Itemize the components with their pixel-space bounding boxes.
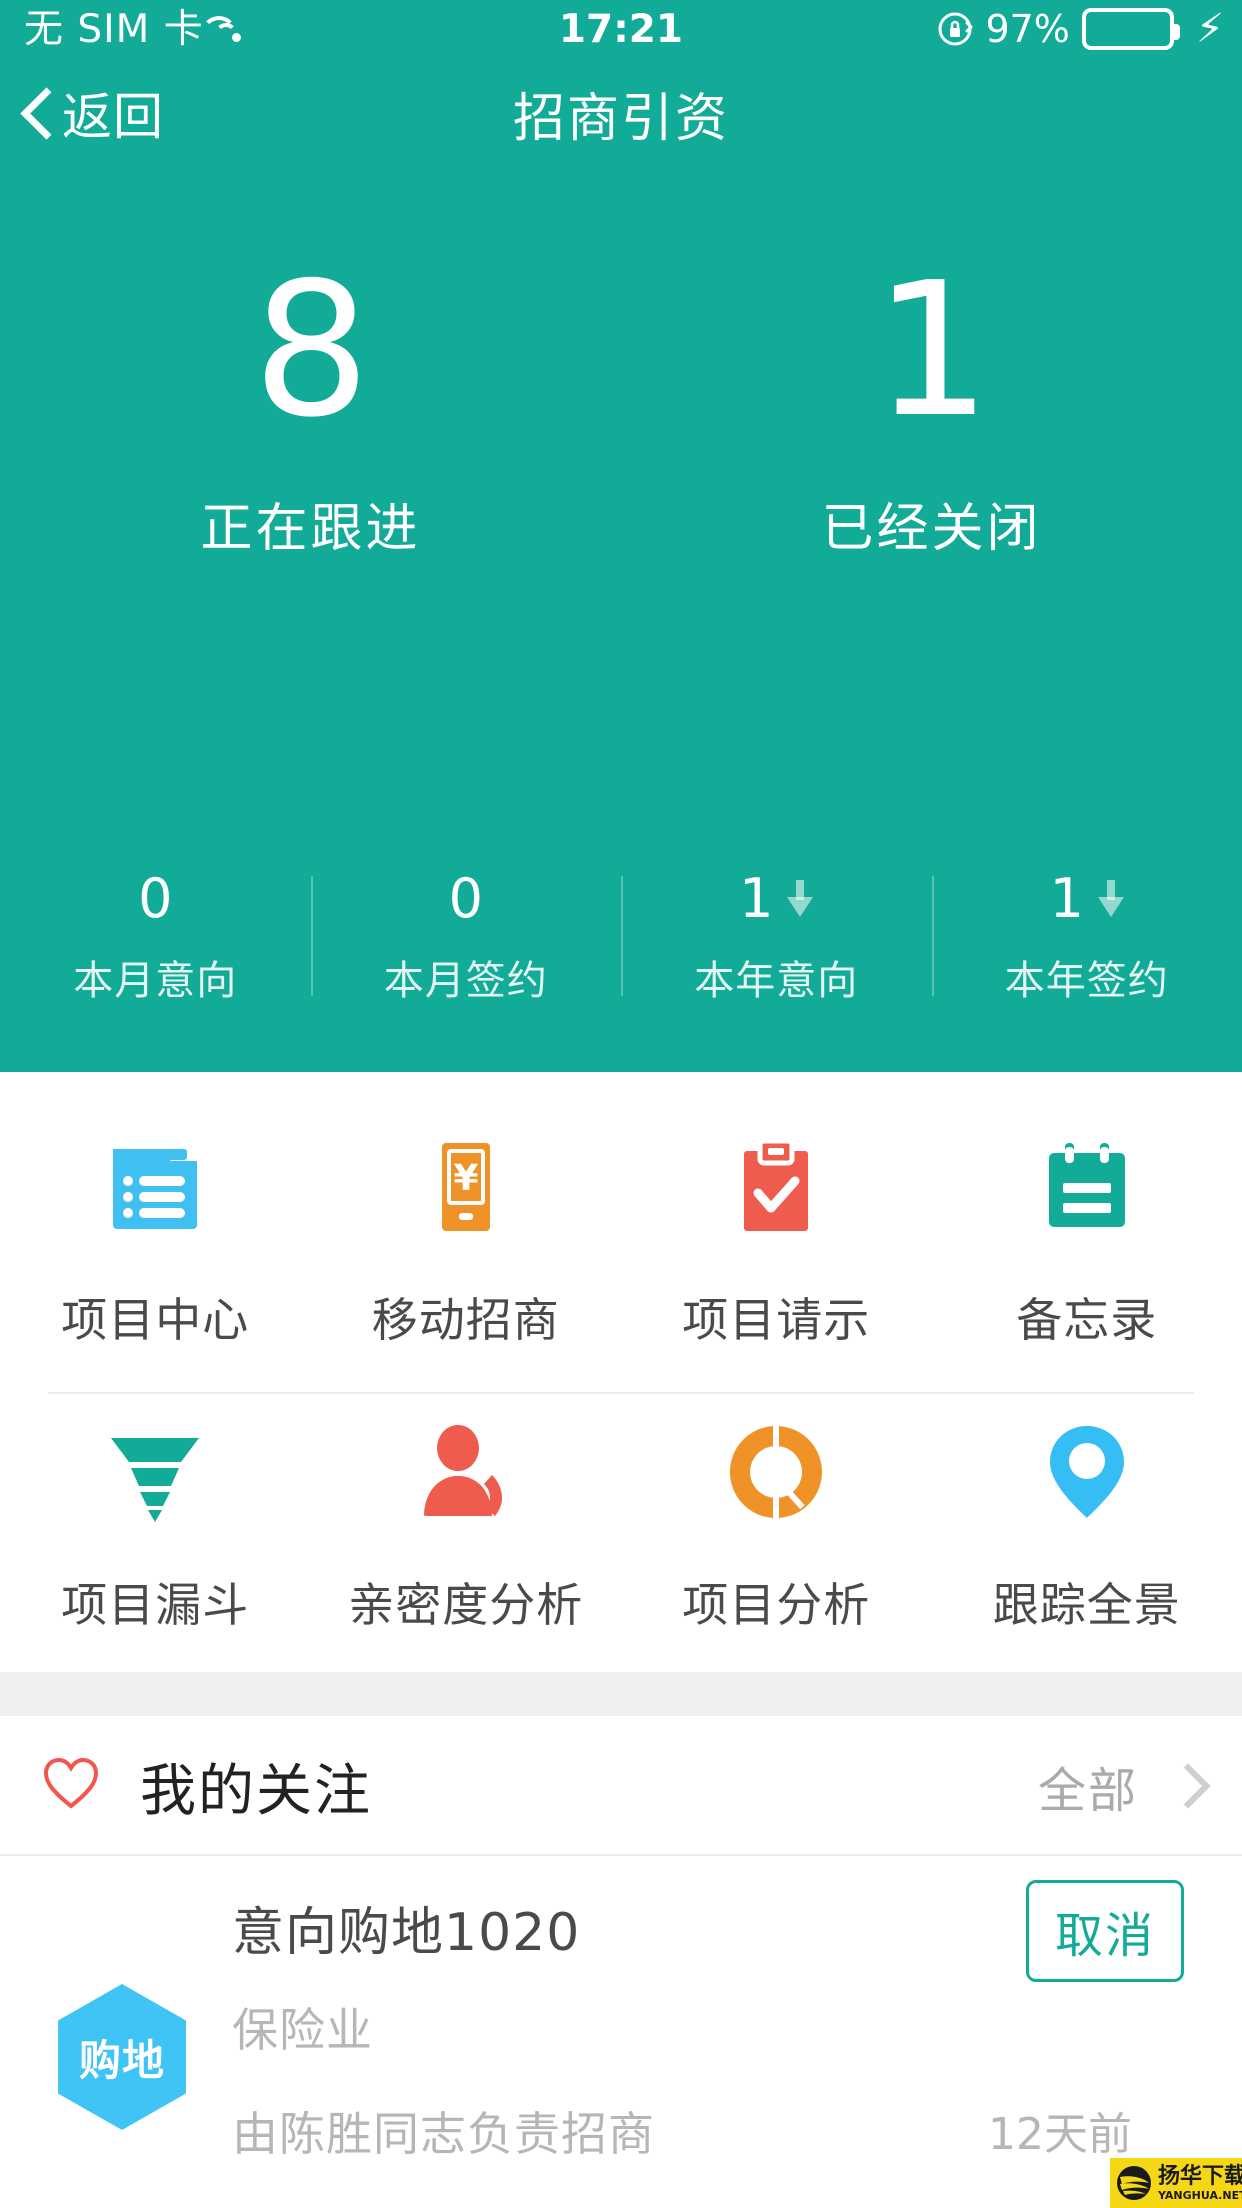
watermark-badge: 扬华下载 YANGHUA.NET [1110,2158,1242,2208]
feature-grid: 项目中心 ¥ 移动招商 项目请示 备忘录 项目漏斗 亲密度分析 项目分析 跟踪全… [0,1072,1242,1672]
big-stat-value: 1 [873,241,992,458]
feature-intimacy-analysis[interactable]: 亲密度分析 [311,1417,622,1677]
page-title: 招商引资 [512,88,729,149]
clipboard-check-icon [721,1132,831,1242]
feature-label: 项目漏斗 [61,1578,250,1632]
funnel-icon [100,1417,210,1527]
chevron-right-icon[interactable] [1172,1767,1194,1805]
my-focus-title: 我的关注 [140,1758,372,1824]
section-separator [0,1672,1242,1716]
mini-stat-year-signed[interactable]: 1 本年签约 [931,862,1242,1012]
mini-stat-month-intent[interactable]: 0 本月意向 [0,862,311,1012]
list-item-title: 意向购地1020 [232,1903,581,1963]
feature-project-center[interactable]: 项目中心 [0,1132,311,1392]
watermark-text: 扬华下载 YANGHUA.NET [1158,2163,1242,2202]
feature-label: 项目中心 [61,1293,250,1347]
feature-label: 项目请示 [682,1293,871,1347]
map-pin-eye-icon [1032,1417,1142,1527]
feature-project-funnel[interactable]: 项目漏斗 [0,1417,311,1677]
battery-icon [1081,8,1180,50]
mini-stat-value: 0 [448,867,483,930]
mini-stat-label: 本年签约 [1004,958,1169,1004]
list-item-industry: 保险业 [232,2003,373,2057]
lightning-bolt-icon: ⚡ [1195,6,1224,52]
grid-divider [48,1392,1194,1394]
feature-label: 备忘录 [1016,1293,1158,1347]
hexagon-badge-label: 购地 [78,2035,165,2085]
arrow-down-icon [1097,880,1124,918]
list-item[interactable]: 购地 意向购地1020 保险业 由陈胜同志负责招商 12天前 取消 [0,1858,1242,2208]
feature-label: 移动招商 [371,1293,560,1347]
feature-project-analysis[interactable]: 项目分析 [621,1417,932,1677]
calendar-icon [1032,1132,1142,1242]
feature-mobile-investment[interactable]: ¥ 移动招商 [311,1132,622,1392]
mini-stat-label: 本月签约 [383,958,548,1004]
hexagon-badge: 购地 [58,1984,186,2130]
mini-stat-value: 1 [1049,867,1084,930]
view-all-label[interactable]: 全部 [1038,1751,1138,1821]
hero-panel: 无 SIM 卡 17:21 97% ⚡ 返回 招商引资 8 正在跟进 1 已经关… [0,0,1242,1072]
big-stat-label: 已经关闭 [821,499,1042,559]
feature-tracking-panorama[interactable]: 跟踪全景 [932,1417,1242,1677]
list-item-time: 12天前 [988,2109,1132,2160]
nav-bar: 返回 招商引资 [0,58,1242,168]
feature-label: 亲密度分析 [348,1578,584,1632]
cancel-button[interactable]: 取消 [1026,1880,1184,1982]
status-bar-right: 97% ⚡ [937,0,1224,58]
feature-label: 项目分析 [682,1578,871,1632]
status-bar: 无 SIM 卡 17:21 97% ⚡ [0,0,1242,58]
big-stat-label: 正在跟进 [200,499,421,559]
mini-stat-value: 1 [739,867,774,930]
battery-percent-label: 97% [985,7,1070,51]
yanghua-logo-icon [1114,2163,1154,2203]
mini-stat-month-signed[interactable]: 0 本月签约 [310,862,622,1012]
feature-label: 跟踪全景 [992,1578,1181,1632]
mini-stats-row: 0 本月意向 0 本月签约 1 本年意向 1 本年签约 [0,862,1242,1012]
list-item-owner: 由陈胜同志负责招商 [232,2107,655,2161]
mini-stat-value: 0 [138,867,173,930]
big-stat-closed[interactable]: 1 已经关闭 [621,250,1242,620]
mini-stat-year-intent[interactable]: 1 本年意向 [621,862,932,1012]
phone-yuan-icon: ¥ [411,1132,521,1242]
watermark-cn: 扬华下载 [1158,2163,1242,2189]
watermark-en: YANGHUA.NET [1158,2188,1242,2202]
svg-text:¥: ¥ [453,1158,478,1199]
feature-project-request[interactable]: 项目请示 [621,1132,932,1392]
feature-grid-row-2: 项目漏斗 亲密度分析 项目分析 跟踪全景 [0,1417,1242,1677]
big-stat-in-progress[interactable]: 8 正在跟进 [0,250,621,620]
rotation-lock-icon [937,11,973,47]
person-phone-icon [411,1417,521,1527]
big-stat-value: 8 [252,241,371,458]
mini-stat-label: 本年意向 [694,958,859,1004]
app-screen: 无 SIM 卡 17:21 97% ⚡ 返回 招商引资 8 正在跟进 1 已经关… [0,0,1242,2208]
document-list-icon [100,1132,210,1242]
donut-chart-icon [721,1417,831,1527]
arrow-down-icon [787,880,814,918]
mini-stat-label: 本月意向 [73,958,238,1004]
feature-grid-row-1: 项目中心 ¥ 移动招商 项目请示 备忘录 [0,1132,1242,1392]
feature-memo[interactable]: 备忘录 [932,1132,1242,1392]
heart-outline-icon [42,1757,100,1815]
my-focus-header: 我的关注 全部 [0,1716,1242,1856]
big-stats-row: 8 正在跟进 1 已经关闭 [0,250,1242,620]
